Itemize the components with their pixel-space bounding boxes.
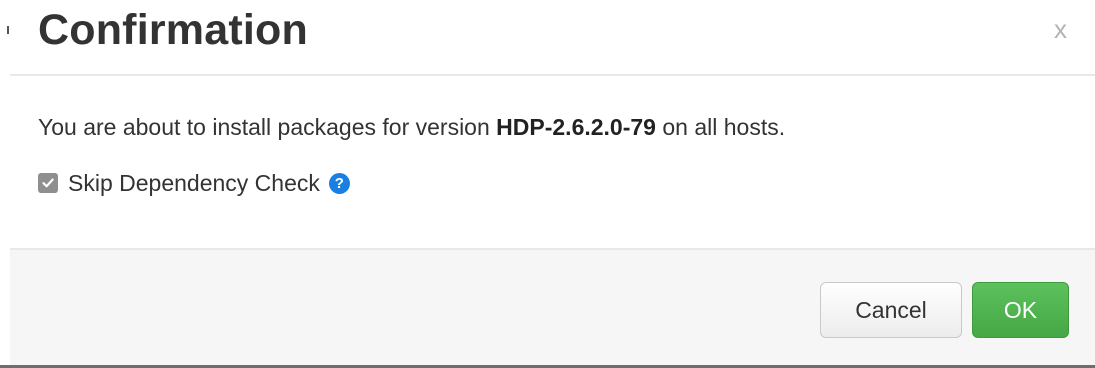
- cancel-button[interactable]: Cancel: [820, 282, 962, 338]
- version-label: HDP-2.6.2.0-79: [496, 114, 656, 140]
- message-suffix: on all hosts.: [655, 114, 786, 140]
- skip-dependency-check-row: Skip Dependency Check ?: [38, 168, 350, 198]
- dialog-title: Confirmation: [38, 6, 308, 54]
- confirmation-message: You are about to install packages for ve…: [38, 112, 1075, 142]
- help-icon[interactable]: ?: [328, 172, 350, 194]
- dialog-body: You are about to install packages for ve…: [38, 112, 1075, 196]
- checkmark-icon: [42, 178, 54, 188]
- skip-dependency-checkbox[interactable]: [38, 173, 58, 193]
- edge-mark: [7, 26, 9, 34]
- dialog-footer: Cancel OK: [10, 248, 1095, 365]
- skip-dependency-label[interactable]: Skip Dependency Check: [68, 168, 320, 198]
- message-prefix: You are about to install packages for ve…: [38, 114, 497, 140]
- ok-button[interactable]: OK: [972, 282, 1069, 338]
- close-button[interactable]: x: [1054, 14, 1067, 44]
- confirmation-dialog: Confirmation x You are about to install …: [0, 0, 1095, 368]
- dialog-header: Confirmation x: [10, 0, 1095, 76]
